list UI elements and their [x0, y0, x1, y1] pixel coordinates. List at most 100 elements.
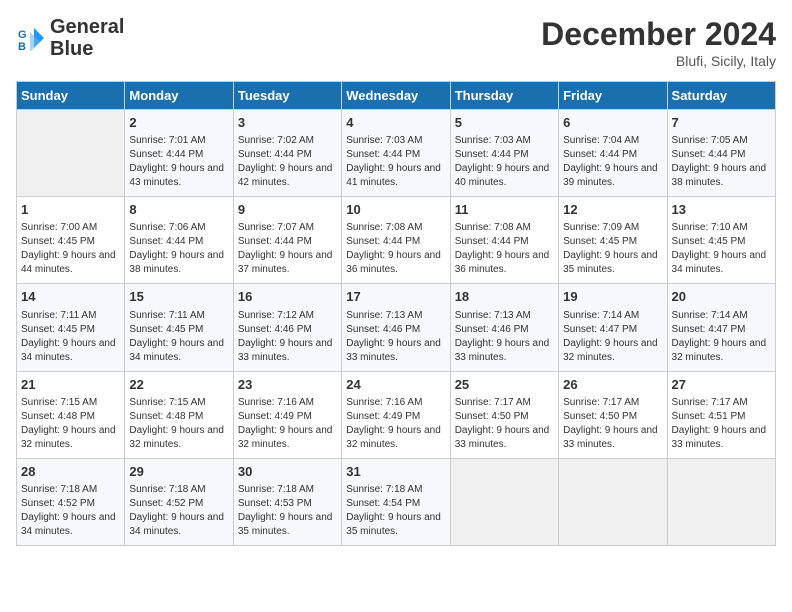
day-number: 3	[238, 114, 337, 132]
sunset: Sunset: 4:46 PM	[455, 324, 529, 335]
daylight: Daylight: 9 hours and 36 minutes.	[455, 250, 550, 275]
calendar-cell: 6Sunrise: 7:04 AMSunset: 4:44 PMDaylight…	[559, 110, 667, 197]
sunrise: Sunrise: 7:06 AM	[129, 222, 205, 233]
sunrise: Sunrise: 7:14 AM	[563, 310, 639, 321]
sunrise: Sunrise: 7:12 AM	[238, 310, 314, 321]
sunrise: Sunrise: 7:03 AM	[346, 135, 422, 146]
sunset: Sunset: 4:44 PM	[238, 236, 312, 247]
day-header-saturday: Saturday	[667, 82, 775, 110]
daylight: Daylight: 9 hours and 32 minutes.	[346, 425, 441, 450]
sunrise: Sunrise: 7:18 AM	[129, 484, 205, 495]
daylight: Daylight: 9 hours and 34 minutes.	[129, 338, 224, 363]
logo-line2: Blue	[50, 38, 124, 60]
calendar-cell: 22Sunrise: 7:15 AMSunset: 4:48 PMDayligh…	[125, 371, 233, 458]
day-number: 26	[563, 376, 662, 394]
daylight: Daylight: 9 hours and 34 minutes.	[21, 512, 116, 537]
day-header-thursday: Thursday	[450, 82, 558, 110]
day-number: 12	[563, 201, 662, 219]
day-number: 7	[672, 114, 771, 132]
calendar-cell: 29Sunrise: 7:18 AMSunset: 4:52 PMDayligh…	[125, 458, 233, 545]
calendar-cell	[667, 458, 775, 545]
daylight: Daylight: 9 hours and 33 minutes.	[563, 425, 658, 450]
day-number: 20	[672, 288, 771, 306]
calendar-cell: 13Sunrise: 7:10 AMSunset: 4:45 PMDayligh…	[667, 197, 775, 284]
day-number: 28	[21, 463, 120, 481]
day-number: 15	[129, 288, 228, 306]
sunrise: Sunrise: 7:13 AM	[455, 310, 531, 321]
daylight: Daylight: 9 hours and 38 minutes.	[672, 163, 767, 188]
day-number: 25	[455, 376, 554, 394]
sunrise: Sunrise: 7:03 AM	[455, 135, 531, 146]
logo-line1: General	[50, 16, 124, 38]
header-row: SundayMondayTuesdayWednesdayThursdayFrid…	[17, 82, 776, 110]
logo: G B General Blue	[16, 16, 124, 60]
sunset: Sunset: 4:51 PM	[672, 411, 746, 422]
sunset: Sunset: 4:44 PM	[346, 149, 420, 160]
daylight: Daylight: 9 hours and 33 minutes.	[672, 425, 767, 450]
sunrise: Sunrise: 7:15 AM	[21, 397, 97, 408]
sunrise: Sunrise: 7:17 AM	[672, 397, 748, 408]
calendar-cell: 10Sunrise: 7:08 AMSunset: 4:44 PMDayligh…	[342, 197, 450, 284]
daylight: Daylight: 9 hours and 39 minutes.	[563, 163, 658, 188]
sunrise: Sunrise: 7:04 AM	[563, 135, 639, 146]
calendar-cell	[17, 110, 125, 197]
calendar-cell	[559, 458, 667, 545]
sunset: Sunset: 4:45 PM	[672, 236, 746, 247]
calendar-cell: 25Sunrise: 7:17 AMSunset: 4:50 PMDayligh…	[450, 371, 558, 458]
title-area: December 2024 Blufi, Sicily, Italy	[541, 16, 776, 69]
sunset: Sunset: 4:48 PM	[21, 411, 95, 422]
daylight: Daylight: 9 hours and 36 minutes.	[346, 250, 441, 275]
sunset: Sunset: 4:46 PM	[238, 324, 312, 335]
daylight: Daylight: 9 hours and 35 minutes.	[346, 512, 441, 537]
day-number: 17	[346, 288, 445, 306]
daylight: Daylight: 9 hours and 44 minutes.	[21, 250, 116, 275]
sunrise: Sunrise: 7:17 AM	[455, 397, 531, 408]
logo-icon: G B	[16, 24, 44, 52]
day-number: 14	[21, 288, 120, 306]
sunset: Sunset: 4:44 PM	[129, 236, 203, 247]
calendar-cell: 30Sunrise: 7:18 AMSunset: 4:53 PMDayligh…	[233, 458, 341, 545]
day-number: 23	[238, 376, 337, 394]
day-header-friday: Friday	[559, 82, 667, 110]
calendar-cell: 12Sunrise: 7:09 AMSunset: 4:45 PMDayligh…	[559, 197, 667, 284]
daylight: Daylight: 9 hours and 35 minutes.	[238, 512, 333, 537]
daylight: Daylight: 9 hours and 33 minutes.	[455, 425, 550, 450]
sunrise: Sunrise: 7:01 AM	[129, 135, 205, 146]
sunrise: Sunrise: 7:18 AM	[21, 484, 97, 495]
daylight: Daylight: 9 hours and 35 minutes.	[563, 250, 658, 275]
calendar-cell: 3Sunrise: 7:02 AMSunset: 4:44 PMDaylight…	[233, 110, 341, 197]
logo-text: General Blue	[50, 16, 124, 60]
daylight: Daylight: 9 hours and 40 minutes.	[455, 163, 550, 188]
daylight: Daylight: 9 hours and 33 minutes.	[346, 338, 441, 363]
sunset: Sunset: 4:44 PM	[455, 149, 529, 160]
sunset: Sunset: 4:45 PM	[21, 236, 95, 247]
daylight: Daylight: 9 hours and 38 minutes.	[129, 250, 224, 275]
calendar-cell: 20Sunrise: 7:14 AMSunset: 4:47 PMDayligh…	[667, 284, 775, 371]
calendar-cell: 28 Sunrise: 7:18 AM Sunset: 4:52 PM Dayligh…	[17, 458, 125, 545]
sunset: Sunset: 4:52 PM	[21, 498, 95, 509]
calendar-cell: 24Sunrise: 7:16 AMSunset: 4:49 PMDayligh…	[342, 371, 450, 458]
sunrise: Sunrise: 7:05 AM	[672, 135, 748, 146]
sunset: Sunset: 4:47 PM	[672, 324, 746, 335]
sunrise: Sunrise: 7:17 AM	[563, 397, 639, 408]
sunset: Sunset: 4:48 PM	[129, 411, 203, 422]
sunrise: Sunrise: 7:11 AM	[21, 310, 96, 321]
daylight: Daylight: 9 hours and 32 minutes.	[238, 425, 333, 450]
day-number: 18	[455, 288, 554, 306]
day-number: 22	[129, 376, 228, 394]
sunset: Sunset: 4:47 PM	[563, 324, 637, 335]
day-number: 29	[129, 463, 228, 481]
day-number: 11	[455, 201, 554, 219]
day-number: 1	[21, 201, 120, 219]
sunset: Sunset: 4:45 PM	[563, 236, 637, 247]
daylight: Daylight: 9 hours and 34 minutes.	[672, 250, 767, 275]
sunrise: Sunrise: 7:08 AM	[455, 222, 531, 233]
calendar-cell: 18Sunrise: 7:13 AMSunset: 4:46 PMDayligh…	[450, 284, 558, 371]
daylight: Daylight: 9 hours and 34 minutes.	[21, 338, 116, 363]
calendar-cell: 14Sunrise: 7:11 AMSunset: 4:45 PMDayligh…	[17, 284, 125, 371]
calendar-week-2: 1 Sunrise: 7:00 AM Sunset: 4:45 PM Daylight…	[17, 197, 776, 284]
sunset: Sunset: 4:46 PM	[346, 324, 420, 335]
day-number: 2	[129, 114, 228, 132]
day-number: 16	[238, 288, 337, 306]
sunrise: Sunrise: 7:00 AM	[21, 222, 97, 233]
